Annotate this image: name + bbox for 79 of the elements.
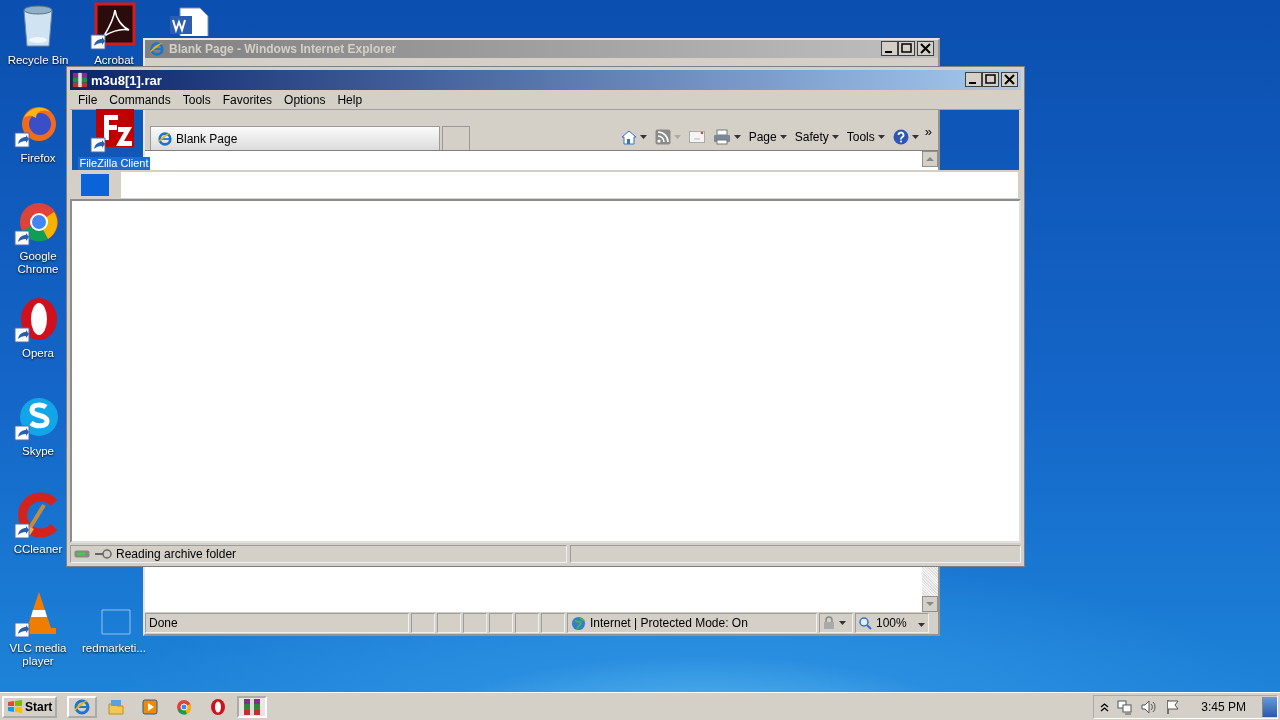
media-player-icon: [141, 697, 160, 716]
caret-icon: [673, 134, 681, 139]
icon-label: Recycle Bin: [6, 54, 70, 67]
browser-icon: [157, 130, 173, 147]
status-cell: [437, 613, 461, 633]
browser-icon: [209, 697, 228, 716]
windows-logo-icon: [7, 699, 23, 714]
menu-item[interactable]: Favorites: [216, 92, 279, 107]
icon-label: Firefox: [19, 152, 57, 165]
network-icon[interactable]: [1117, 698, 1134, 715]
zoom-control[interactable]: 100%: [855, 613, 929, 633]
status-cell: [515, 613, 539, 633]
flag-icon[interactable]: [1165, 698, 1182, 715]
icon-label: Google Chrome: [16, 250, 60, 276]
status-cell: [411, 613, 435, 633]
caret-icon: [839, 621, 846, 625]
icon-label: Acrobat: [93, 54, 135, 67]
minimize-button[interactable]: [965, 72, 982, 87]
speaker-icon[interactable]: [1141, 698, 1158, 715]
taskbar-button[interactable]: [237, 695, 268, 718]
status-cell: [541, 613, 565, 633]
caret-icon: [639, 134, 647, 139]
maximize-button[interactable]: [898, 41, 915, 56]
globe-icon: [571, 615, 586, 631]
menu-item[interactable]: Commands: [103, 92, 177, 107]
home-icon: [620, 128, 637, 145]
icon-label: CCleaner: [12, 543, 64, 556]
key-icon: [94, 549, 112, 559]
clock[interactable]: 3:45 PM: [1201, 699, 1246, 714]
icon-label: redmarketi...: [81, 642, 147, 655]
menu-button[interactable]: Page: [746, 126, 789, 147]
menu-item[interactable]: Options: [278, 92, 332, 107]
status-text: 100%: [876, 616, 907, 630]
toolbar-tile[interactable]: [81, 173, 109, 196]
menu-item[interactable]: Tools: [176, 92, 217, 107]
icon-label: Skype: [21, 445, 55, 458]
more-commands-button[interactable]: »: [924, 124, 932, 139]
window-title: m3u8[1].rar: [91, 72, 163, 88]
caret-icon: [831, 134, 839, 139]
taskbar-button[interactable]: [67, 695, 98, 718]
caret-icon: [733, 134, 741, 139]
status-cell: [463, 613, 487, 633]
caret-icon: [877, 134, 885, 139]
drive-icon: [74, 550, 90, 558]
browser-tab[interactable]: Blank Page: [150, 126, 440, 150]
folder-icon: [107, 697, 126, 716]
browser-icon: [175, 697, 194, 716]
show-desktop-button[interactable]: [1262, 696, 1277, 717]
status-cell: [489, 613, 513, 633]
zoom-icon: [859, 616, 872, 630]
archive-icon: [72, 72, 88, 88]
printer-icon: [712, 128, 731, 145]
status-text: Internet | Protected Mode: On: [590, 616, 748, 630]
status-text: Done: [145, 613, 409, 633]
feed-icon: [654, 128, 671, 145]
icon-label: Opera: [21, 347, 55, 360]
archive-icon: [243, 697, 262, 716]
start-button[interactable]: Start: [2, 695, 58, 718]
caret-icon: [918, 623, 925, 627]
envelope-icon: [688, 130, 705, 143]
close-button[interactable]: [1001, 72, 1018, 87]
close-button[interactable]: [917, 41, 934, 56]
menu-item[interactable]: File: [72, 92, 104, 107]
address-field[interactable]: [121, 171, 1018, 198]
status-text: Reading archive folder: [116, 547, 237, 561]
menu-button[interactable]: Tools: [844, 126, 887, 147]
chevron-up-icon[interactable]: [1100, 701, 1110, 712]
window-title: Blank Page - Windows Internet Explorer: [169, 42, 398, 56]
menu-button[interactable]: Safety: [792, 126, 841, 147]
caret-icon: [779, 134, 787, 139]
minimize-button[interactable]: [881, 41, 898, 56]
browser-icon: [73, 697, 92, 716]
browser-icon: [148, 41, 166, 57]
help-icon: [892, 128, 909, 145]
icon-label: VLC media player: [8, 642, 68, 668]
maximize-button[interactable]: [982, 72, 999, 87]
icon-label: FileZilla Client: [78, 157, 150, 170]
menu-item[interactable]: Help: [331, 92, 369, 107]
caret-icon: [911, 134, 919, 139]
